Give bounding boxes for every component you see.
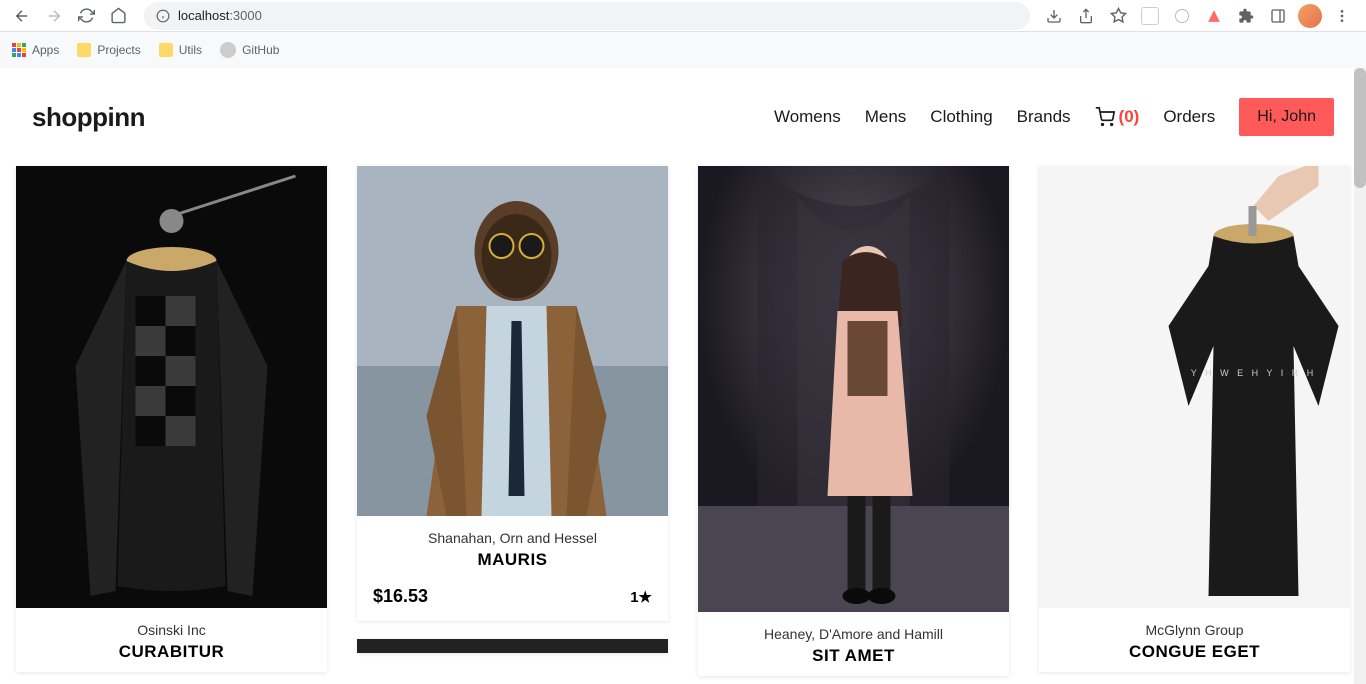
extensions-button[interactable] — [1234, 4, 1258, 28]
product-card[interactable]: Shanahan, Orn and Hessel MAURIS $16.53 1… — [357, 166, 668, 621]
cart-count: (0) — [1119, 107, 1140, 127]
site-logo[interactable]: shoppinn — [32, 102, 145, 133]
extension-icon-3[interactable] — [1202, 4, 1226, 28]
product-card[interactable]: Osinski Inc CURABITUR — [16, 166, 327, 672]
nav-mens[interactable]: Mens — [865, 107, 907, 127]
nav-clothing[interactable]: Clothing — [930, 107, 992, 127]
forward-button[interactable] — [40, 2, 68, 30]
product-image — [698, 166, 1009, 612]
back-button[interactable] — [8, 2, 36, 30]
user-greeting[interactable]: Hi, John — [1239, 98, 1334, 136]
bookmark-label: Projects — [97, 43, 140, 57]
reload-button[interactable] — [72, 2, 100, 30]
bookmark-label: GitHub — [242, 43, 279, 57]
url-port: :3000 — [229, 8, 262, 23]
url-host: localhost — [178, 8, 229, 23]
bookmark-github[interactable]: GitHub — [220, 42, 279, 58]
product-brand: McGlynn Group — [1055, 622, 1334, 638]
product-brand: Shanahan, Orn and Hessel — [373, 530, 652, 546]
cart-link[interactable]: (0) — [1095, 107, 1140, 127]
extension-icon-2[interactable] — [1170, 4, 1194, 28]
product-card[interactable]: Y H W E H Y I R H McGlynn Group CONGUE E… — [1039, 166, 1350, 672]
nav-orders[interactable]: Orders — [1163, 107, 1215, 127]
main-nav: Womens Mens Clothing Brands (0) Orders H… — [774, 98, 1334, 136]
product-price: $16.53 — [373, 586, 428, 607]
home-button[interactable] — [104, 2, 132, 30]
download-icon[interactable] — [1042, 4, 1066, 28]
product-name: SIT AMET — [714, 646, 993, 666]
product-card[interactable]: Heaney, D'Amore and Hamill SIT AMET — [698, 166, 1009, 676]
product-image: Y H W E H Y I R H — [1039, 166, 1350, 608]
nav-brands[interactable]: Brands — [1017, 107, 1071, 127]
address-bar[interactable]: localhost:3000 — [144, 2, 1030, 30]
svg-text:Y H W E H Y I R H: Y H W E H Y I R H — [1191, 368, 1317, 378]
share-icon[interactable] — [1074, 4, 1098, 28]
folder-icon — [77, 43, 91, 57]
product-card[interactable] — [357, 639, 668, 653]
scrollbar[interactable] — [1354, 68, 1366, 684]
panel-icon[interactable] — [1266, 4, 1290, 28]
cart-icon — [1095, 107, 1115, 127]
product-name: CURABITUR — [32, 642, 311, 662]
star-icon[interactable] — [1106, 4, 1130, 28]
bookmark-projects[interactable]: Projects — [77, 43, 140, 57]
bookmark-utils[interactable]: Utils — [159, 43, 202, 57]
extension-icon-1[interactable] — [1138, 4, 1162, 28]
bookmark-label: Apps — [32, 43, 59, 57]
bookmarks-bar: Apps Projects Utils GitHub — [0, 32, 1366, 68]
site-header: shoppinn Womens Mens Clothing Brands (0)… — [0, 68, 1366, 166]
toolbar-right — [1042, 4, 1358, 28]
apps-icon — [12, 43, 26, 57]
product-image — [16, 166, 327, 608]
product-image — [357, 639, 668, 653]
folder-icon — [159, 43, 173, 57]
scrollbar-thumb[interactable] — [1354, 68, 1366, 188]
product-rating: 1★ — [630, 588, 652, 606]
github-icon — [220, 42, 236, 58]
product-grid: Osinski Inc CURABITUR Shanahan, Orn and — [0, 166, 1366, 676]
nav-womens[interactable]: Womens — [774, 107, 841, 127]
bookmark-apps[interactable]: Apps — [12, 43, 59, 57]
bookmark-label: Utils — [179, 43, 202, 57]
product-image — [357, 166, 668, 516]
product-name: CONGUE EGET — [1055, 642, 1334, 662]
product-brand: Heaney, D'Amore and Hamill — [714, 626, 993, 642]
product-name: MAURIS — [373, 550, 652, 570]
product-brand: Osinski Inc — [32, 622, 311, 638]
menu-button[interactable] — [1330, 4, 1354, 28]
browser-toolbar: localhost:3000 — [0, 0, 1366, 32]
profile-avatar[interactable] — [1298, 4, 1322, 28]
